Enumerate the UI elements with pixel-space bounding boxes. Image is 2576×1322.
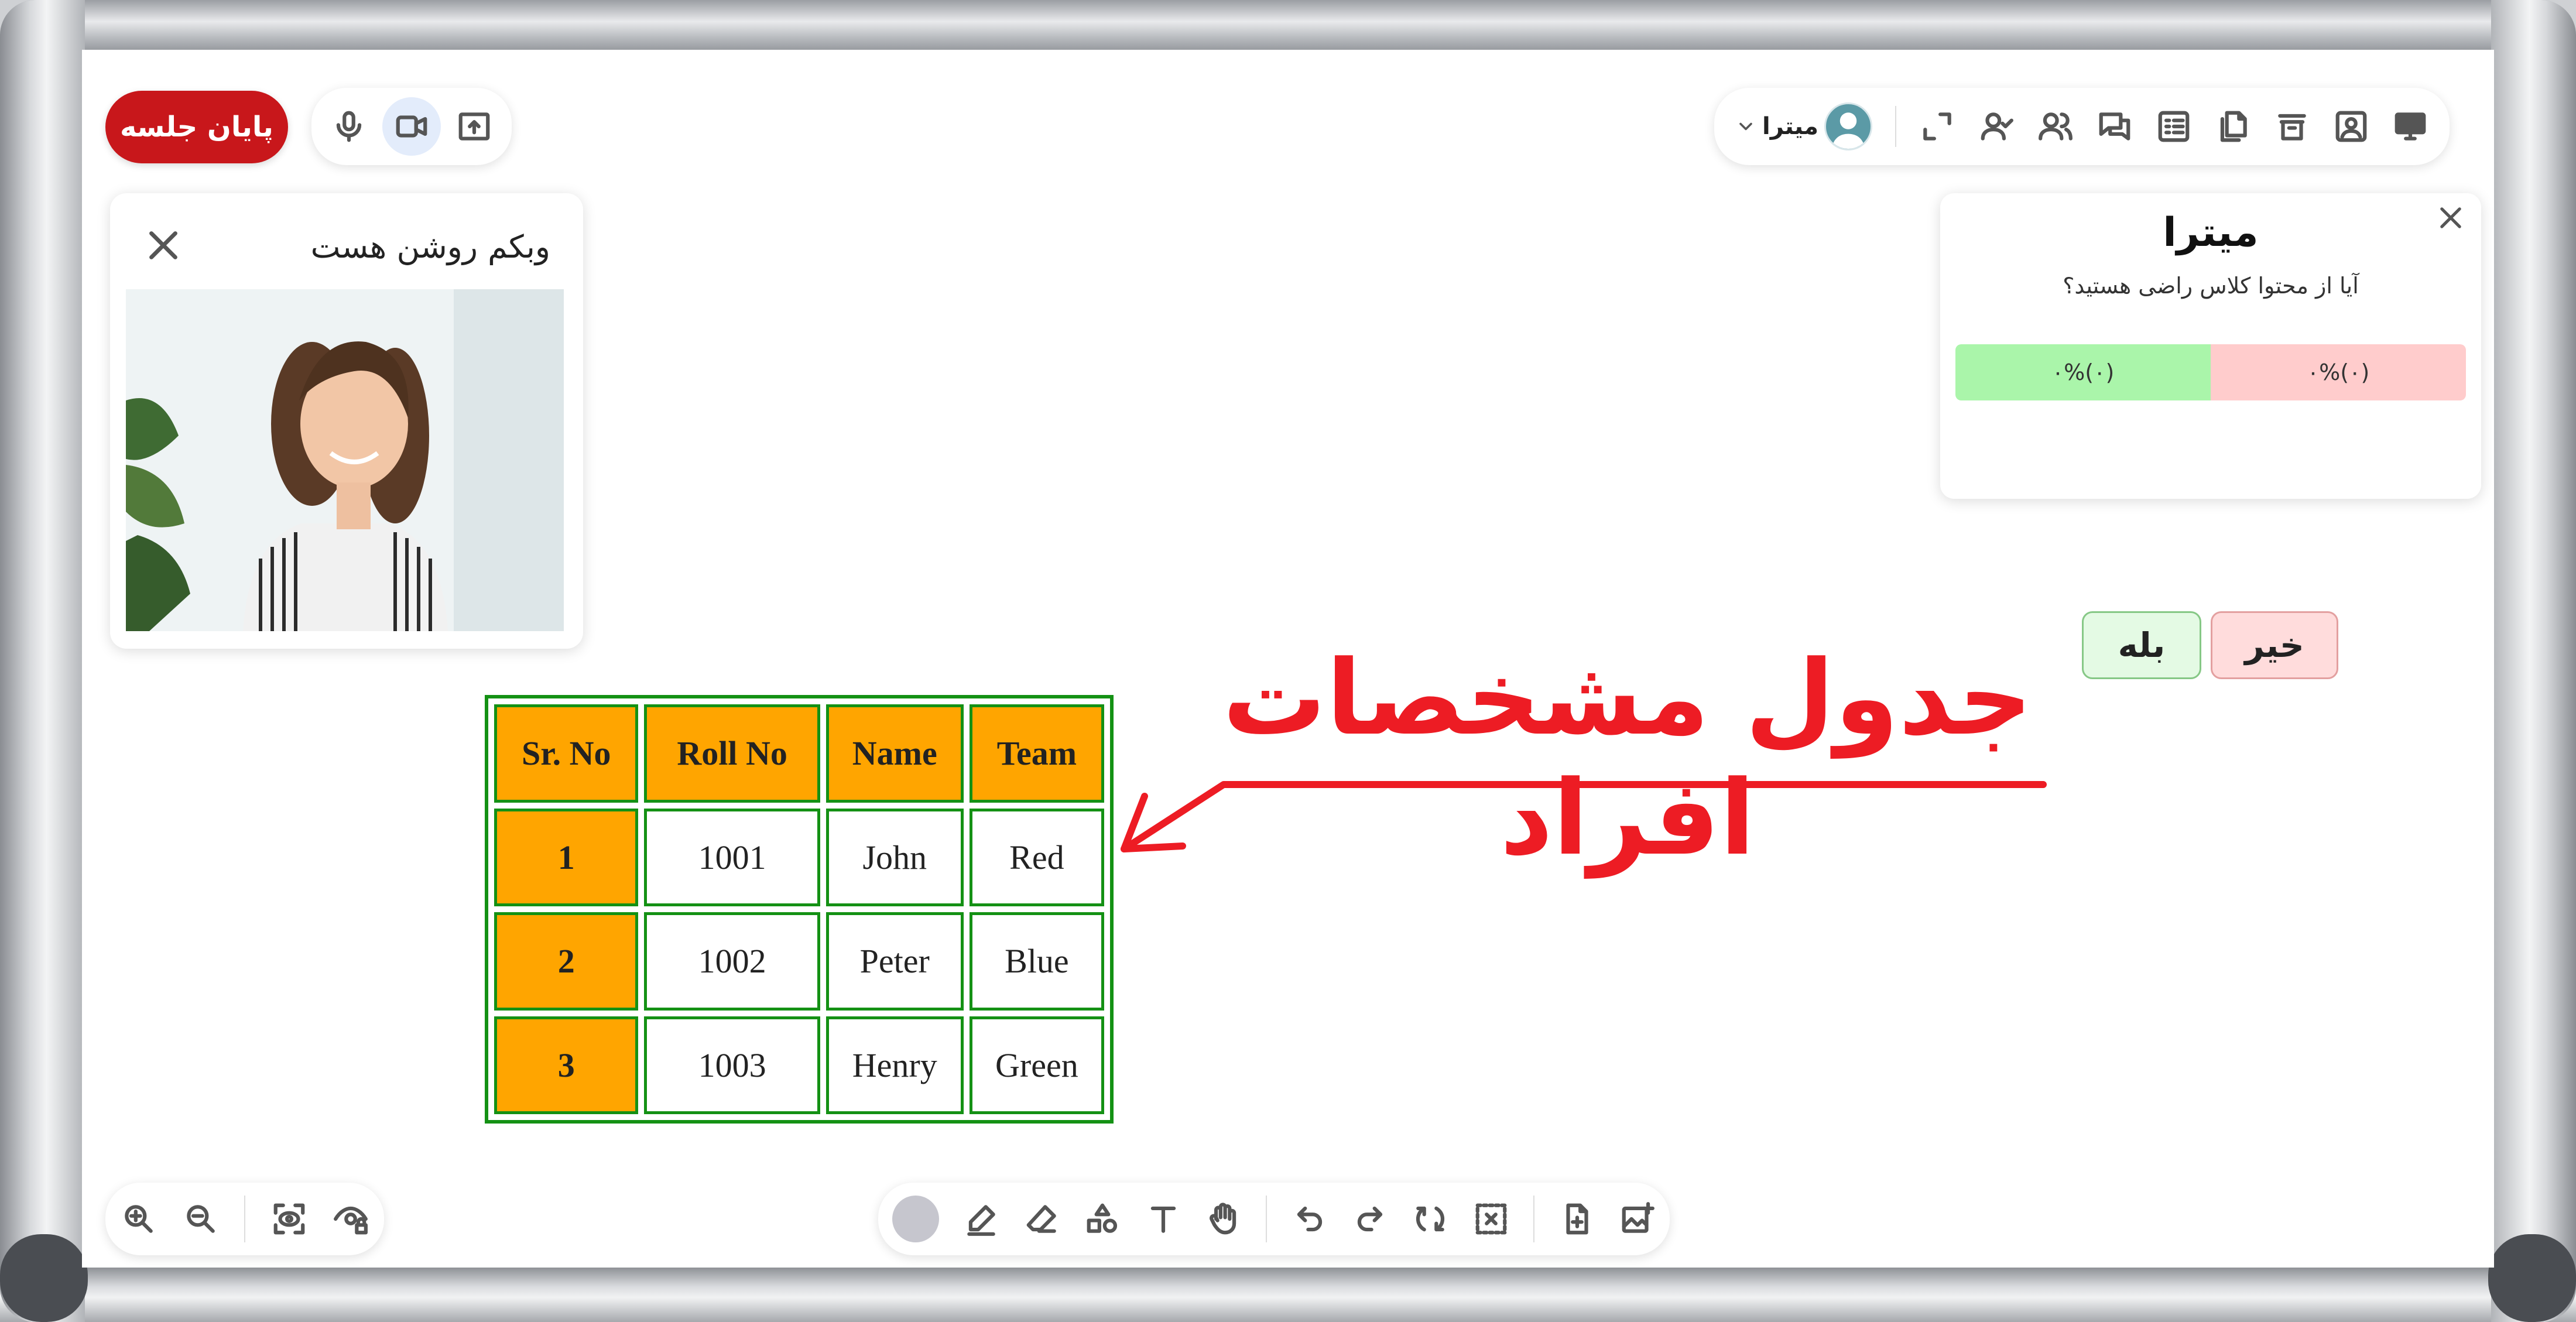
zoom-toolbar [105,1183,384,1255]
participants-icon[interactable] [2037,108,2074,145]
top-toolbar: میترا [1714,88,2450,165]
table-cell: Blue [969,912,1104,1011]
chat-icon[interactable] [2097,108,2133,145]
toolbar-divider [244,1196,245,1242]
webcam-video-image [126,289,564,631]
persons-table: Sr. No Roll No Name Team 1 1001 John Red… [485,695,1114,1124]
attendance-icon[interactable] [1978,108,2015,145]
refresh-icon[interactable] [1412,1201,1448,1237]
profile-icon[interactable] [2333,108,2369,145]
undo-icon[interactable] [1292,1201,1328,1237]
annotation-arrow [1121,781,2047,852]
toolbar-divider [1533,1196,1535,1242]
frame-corner [0,1234,88,1322]
end-session-button[interactable]: پایان جلسه [105,91,288,163]
media-controls [311,88,512,165]
user-avatar-icon [1824,102,1873,150]
table-row: 1 1001 John Red [494,808,1104,906]
chevron-down-icon [1735,116,1756,137]
table-header-row: Sr. No Roll No Name Team [494,704,1104,803]
poll-yes-button[interactable]: بله [2082,611,2201,679]
table-cell: Red [969,808,1104,906]
toolbar-divider [1895,106,1896,147]
table-cell: 1001 [644,808,820,906]
color-swatch[interactable] [892,1196,939,1242]
microphone-icon[interactable] [331,108,367,145]
poll-title: میترا [2163,210,2259,256]
table-cell: John [825,808,964,906]
zoom-in-icon[interactable] [121,1201,157,1237]
table-row: 3 1003 Henry Green [494,1016,1104,1114]
upload-screen-icon[interactable] [456,108,492,145]
focus-view-icon[interactable] [271,1201,307,1237]
table-cell: 2 [494,912,639,1011]
poll-no-button[interactable]: خیر [2211,611,2338,679]
table-cell: Green [969,1016,1104,1114]
table-cell: 1002 [644,912,820,1011]
clear-selection-icon[interactable] [1473,1201,1509,1237]
board-frame-right [2491,0,2576,1322]
add-page-icon[interactable] [1559,1201,1595,1237]
poll-panel: میترا آیا از محتوا کلاس راضی هستید؟ ۰%(۰… [1940,193,2481,679]
table-header-cell: Sr. No [494,704,639,803]
table-cell: 1003 [644,1016,820,1114]
poll-question: آیا از محتوا کلاس راضی هستید؟ [2063,273,2359,299]
redo-icon[interactable] [1352,1201,1388,1237]
table-header-cell: Team [969,704,1104,803]
poll-no-result: ۰%(۰) [2211,344,2466,400]
add-image-icon[interactable] [1619,1201,1656,1237]
eye-lock-icon[interactable] [333,1201,369,1237]
table-cell: Henry [825,1016,964,1114]
user-menu[interactable]: میترا [1735,102,1873,150]
table-row: 2 1002 Peter Blue [494,912,1104,1011]
board-frame-left [0,0,85,1322]
camera-icon[interactable] [382,97,441,156]
webcam-title: وبکم روشن هست [310,228,550,265]
toolbar-divider [1266,1196,1268,1242]
zoom-out-icon[interactable] [183,1201,219,1237]
shapes-icon[interactable] [1084,1201,1121,1237]
user-name: میترا [1762,113,1819,140]
desktop-share-icon[interactable] [2392,108,2428,145]
webcam-panel: وبکم روشن هست [110,193,583,649]
table-header-cell: Name [825,704,964,803]
close-icon[interactable] [143,225,184,266]
drawing-toolbar [878,1183,1670,1255]
frame-corner [2488,1234,2576,1322]
checklist-icon[interactable] [2156,108,2192,145]
table-cell: 1 [494,808,639,906]
eraser-icon[interactable] [1024,1201,1060,1237]
table-cell: 3 [494,1016,639,1114]
board-frame-bottom [0,1268,2576,1322]
documents-icon[interactable] [2215,108,2251,145]
fullscreen-icon[interactable] [1919,108,1955,145]
table-cell: Peter [825,912,964,1011]
hand-icon[interactable] [1205,1201,1242,1237]
table-header-cell: Roll No [644,704,820,803]
poll-yes-result: ۰%(۰) [1955,344,2211,400]
board-frame-top [0,0,2576,54]
text-icon[interactable] [1145,1201,1181,1237]
pen-icon[interactable] [963,1201,999,1237]
archive-icon[interactable] [2274,108,2310,145]
